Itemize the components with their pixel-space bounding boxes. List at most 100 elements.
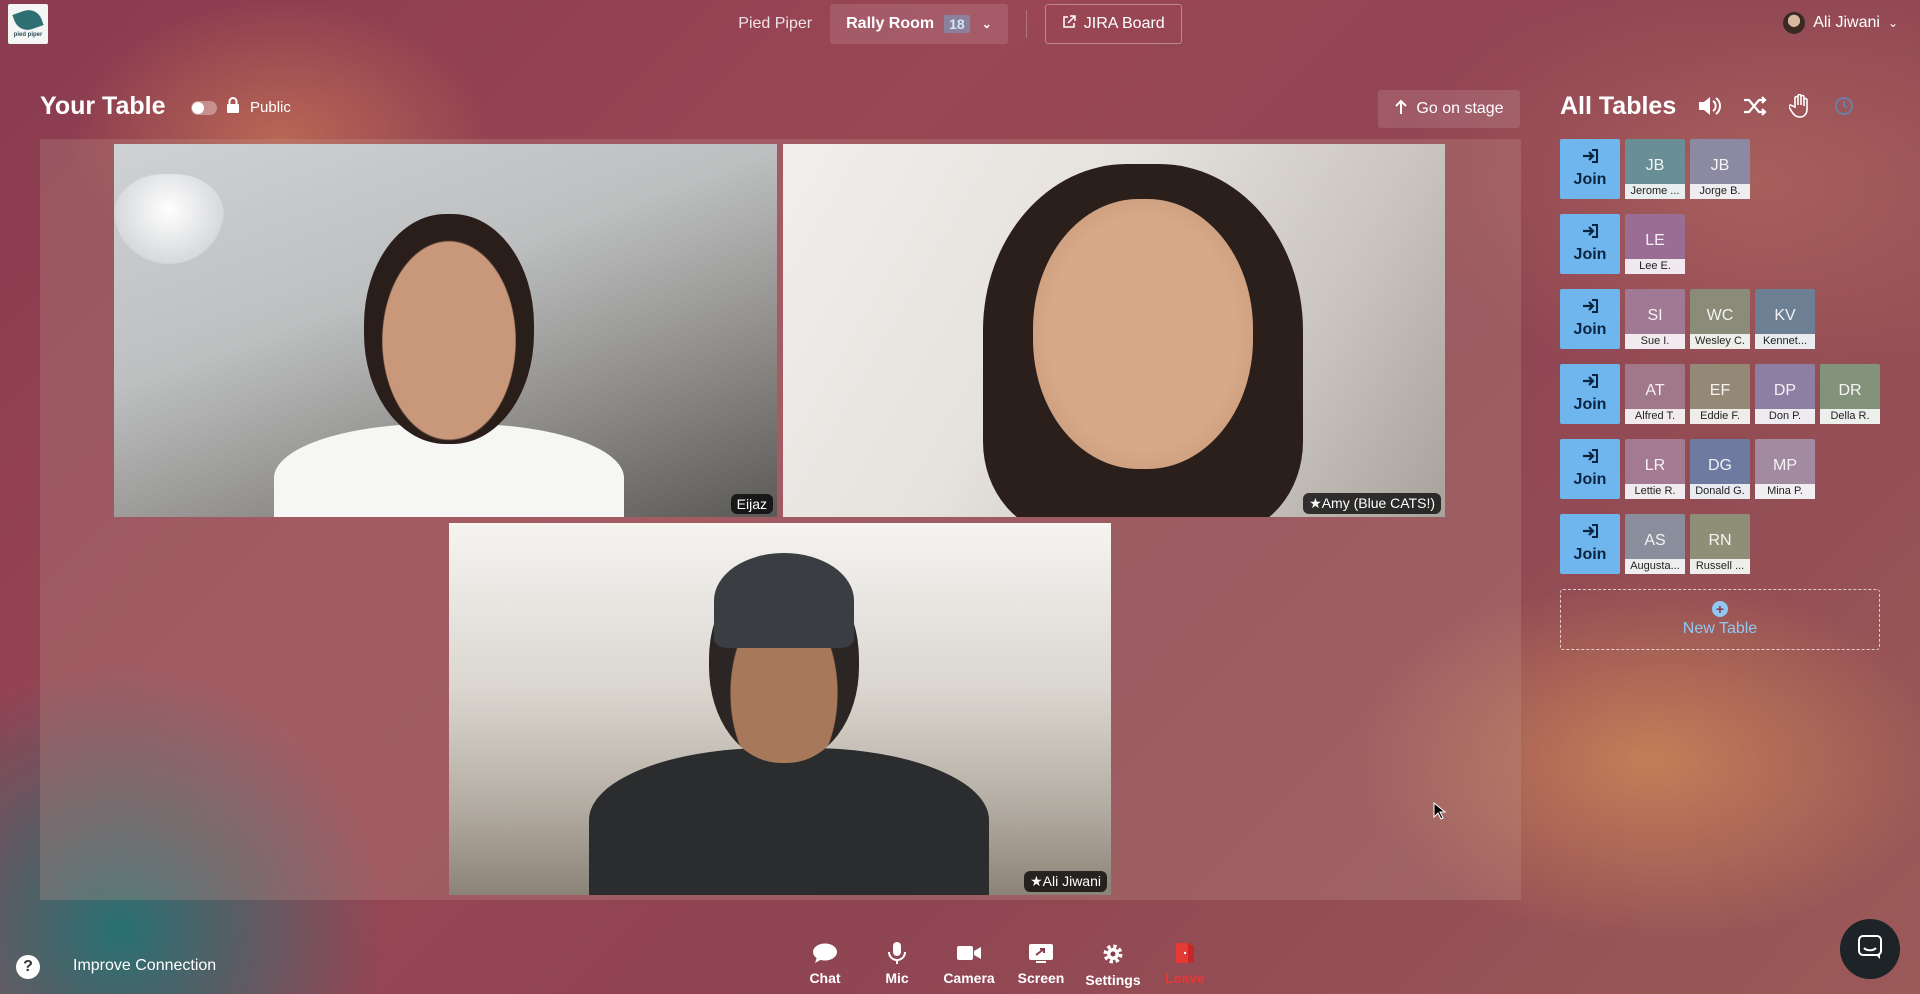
join-label: Join bbox=[1573, 321, 1607, 338]
door-exit-icon bbox=[1173, 942, 1197, 967]
seat[interactable]: SI Sue I. bbox=[1625, 289, 1685, 349]
chat-label: Chat bbox=[809, 970, 841, 986]
new-table-label: New Table bbox=[1682, 620, 1758, 637]
participant-name-tag: Eijaz bbox=[730, 494, 773, 514]
user-menu[interactable]: Ali Jiwani ⌄ bbox=[1783, 12, 1898, 34]
history-icon[interactable] bbox=[1833, 95, 1855, 117]
user-name: Ali Jiwani bbox=[1813, 14, 1880, 31]
camera-button[interactable]: Camera bbox=[933, 942, 1005, 988]
divider bbox=[1025, 10, 1027, 38]
top-bar: Pied Piper Rally Room 18 ⌄ JIRA Board bbox=[0, 4, 1920, 44]
seat-initials: DP bbox=[1773, 382, 1797, 399]
lock-icon bbox=[226, 97, 240, 118]
join-label: Join bbox=[1573, 246, 1607, 263]
seat-initials: LE bbox=[1645, 232, 1665, 249]
seat[interactable]: DG Donald G. bbox=[1690, 439, 1750, 499]
video-tile[interactable]: ★Amy (Blue CATS!) bbox=[783, 144, 1445, 517]
seat-initials: DR bbox=[1838, 382, 1862, 399]
participant-name: Amy (Blue CATS!) bbox=[1321, 495, 1435, 511]
speaker-icon[interactable] bbox=[1697, 95, 1721, 117]
seat[interactable]: MP Mina P. bbox=[1755, 439, 1815, 499]
join-button[interactable]: Join bbox=[1560, 214, 1620, 274]
seat-name: Donald G. bbox=[1690, 484, 1750, 499]
participant-name-tag: ★Ali Jiwani bbox=[1024, 871, 1107, 892]
join-label: Join bbox=[1573, 546, 1607, 563]
seat-name: Wesley C. bbox=[1690, 334, 1750, 349]
table-row: Join SI Sue I. WC Wesley C. KV Kennet... bbox=[1560, 289, 1815, 349]
seat[interactable]: LR Lettie R. bbox=[1625, 439, 1685, 499]
visibility-label: Public bbox=[250, 99, 291, 116]
seat[interactable]: DP Don P. bbox=[1755, 364, 1815, 424]
join-label: Join bbox=[1573, 171, 1607, 188]
settings-label: Settings bbox=[1085, 972, 1141, 988]
chat-button[interactable]: Chat bbox=[789, 942, 861, 988]
person-body bbox=[589, 748, 989, 895]
join-button[interactable]: Join bbox=[1560, 514, 1620, 574]
shuffle-icon[interactable] bbox=[1743, 95, 1767, 117]
join-button[interactable]: Join bbox=[1560, 364, 1620, 424]
screen-share-icon bbox=[1028, 942, 1054, 967]
join-button[interactable]: Join bbox=[1560, 289, 1620, 349]
go-on-stage-label: Go on stage bbox=[1416, 100, 1504, 117]
room-selector[interactable]: Rally Room 18 ⌄ bbox=[830, 4, 1008, 44]
seat-initials: JB bbox=[1710, 157, 1730, 174]
camera-label: Camera bbox=[943, 970, 995, 986]
seat-initials: DG bbox=[1708, 457, 1732, 474]
join-button[interactable]: Join bbox=[1560, 439, 1620, 499]
leave-label: Leave bbox=[1165, 970, 1205, 986]
new-table-button[interactable]: + New Table bbox=[1560, 589, 1880, 650]
your-table-title: Your Table bbox=[40, 92, 166, 120]
seat[interactable]: WC Wesley C. bbox=[1690, 289, 1750, 349]
seat[interactable]: LE Lee E. bbox=[1625, 214, 1685, 274]
sign-in-icon bbox=[1582, 299, 1598, 318]
public-toggle[interactable] bbox=[191, 101, 217, 115]
seat-name: Kennet... bbox=[1755, 334, 1815, 349]
seat[interactable]: JB Jerome ... bbox=[1625, 139, 1685, 199]
settings-button[interactable]: Settings bbox=[1077, 942, 1149, 988]
plus-circle-icon: + bbox=[1712, 601, 1728, 617]
room-name: Rally Room bbox=[846, 15, 935, 32]
star-icon: ★ bbox=[1309, 495, 1322, 511]
seat[interactable]: EF Eddie F. bbox=[1690, 364, 1750, 424]
seat-name: Don P. bbox=[1755, 409, 1815, 424]
seat[interactable]: DR Della R. bbox=[1820, 364, 1880, 424]
table-row: Join JB Jerome ... JB Jorge B. bbox=[1560, 139, 1750, 199]
table-row: Join AS Augusta... RN Russell ... bbox=[1560, 514, 1750, 574]
sign-in-icon bbox=[1582, 449, 1598, 468]
support-chat-widget[interactable] bbox=[1840, 919, 1900, 979]
all-tables-title: All Tables bbox=[1560, 92, 1677, 120]
leave-button[interactable]: Leave bbox=[1149, 942, 1221, 988]
seat[interactable]: AT Alfred T. bbox=[1625, 364, 1685, 424]
chevron-down-icon: ⌄ bbox=[1887, 16, 1898, 30]
seat-initials: KV bbox=[1774, 307, 1796, 324]
raise-hand-icon[interactable] bbox=[1789, 94, 1811, 118]
seat-name: Sue I. bbox=[1625, 334, 1685, 349]
table-row: Join LE Lee E. bbox=[1560, 214, 1685, 274]
jira-board-button[interactable]: JIRA Board bbox=[1044, 4, 1182, 44]
org-name: Pied Piper bbox=[738, 15, 813, 32]
seat-name: Alfred T. bbox=[1625, 409, 1685, 424]
go-on-stage-button[interactable]: Go on stage bbox=[1378, 90, 1520, 128]
seat[interactable]: JB Jorge B. bbox=[1690, 139, 1750, 199]
seat-initials: WC bbox=[1706, 307, 1734, 324]
seat-initials: LR bbox=[1644, 457, 1666, 474]
person-head bbox=[1033, 199, 1253, 469]
screen-label: Screen bbox=[1017, 970, 1065, 986]
seat[interactable]: KV Kennet... bbox=[1755, 289, 1815, 349]
chevron-down-icon: ⌄ bbox=[981, 17, 992, 31]
video-tile[interactable]: ★Ali Jiwani bbox=[449, 523, 1111, 895]
seat-initials: EF bbox=[1709, 382, 1731, 399]
seat-name: Eddie F. bbox=[1690, 409, 1750, 424]
screen-share-button[interactable]: Screen bbox=[1005, 942, 1077, 988]
person-beanie bbox=[714, 553, 854, 648]
table-row: Join AT Alfred T. EF Eddie F. DP Don P. DR D… bbox=[1560, 364, 1880, 424]
join-label: Join bbox=[1573, 396, 1607, 413]
participant-name: Eijaz bbox=[736, 496, 767, 512]
video-tile[interactable]: Eijaz bbox=[114, 144, 777, 517]
join-button[interactable]: Join bbox=[1560, 139, 1620, 199]
seat[interactable]: AS Augusta... bbox=[1625, 514, 1685, 574]
seat[interactable]: RN Russell ... bbox=[1690, 514, 1750, 574]
mic-button[interactable]: Mic bbox=[861, 942, 933, 988]
sign-in-icon bbox=[1582, 224, 1598, 243]
seat-initials: MP bbox=[1773, 457, 1797, 474]
